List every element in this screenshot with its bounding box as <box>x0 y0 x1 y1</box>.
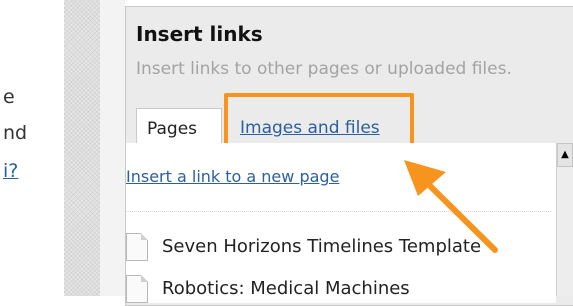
vertical-scrollbar[interactable]: ▲ <box>556 143 573 296</box>
scroll-up-icon[interactable]: ▲ <box>557 143 573 167</box>
left-text-link[interactable]: i? <box>3 160 18 182</box>
insert-new-page-link[interactable]: Insert a link to a new page <box>126 167 339 186</box>
list-item[interactable]: Robotics: Medical Machines <box>126 275 410 305</box>
panel-subtitle: Insert links to other pages or uploaded … <box>136 59 512 79</box>
gutter-fill <box>100 0 125 296</box>
document-icon <box>126 233 148 261</box>
document-icon <box>126 275 148 303</box>
page-gutter <box>64 0 100 296</box>
left-text-column: e nd i? <box>0 0 64 296</box>
left-text-line-2: nd <box>3 122 28 144</box>
panel-title: Insert links <box>136 22 263 46</box>
left-text-line-1: e <box>3 86 15 108</box>
orange-arrow-icon <box>404 160 498 253</box>
tab-pages[interactable]: Pages <box>136 108 222 144</box>
